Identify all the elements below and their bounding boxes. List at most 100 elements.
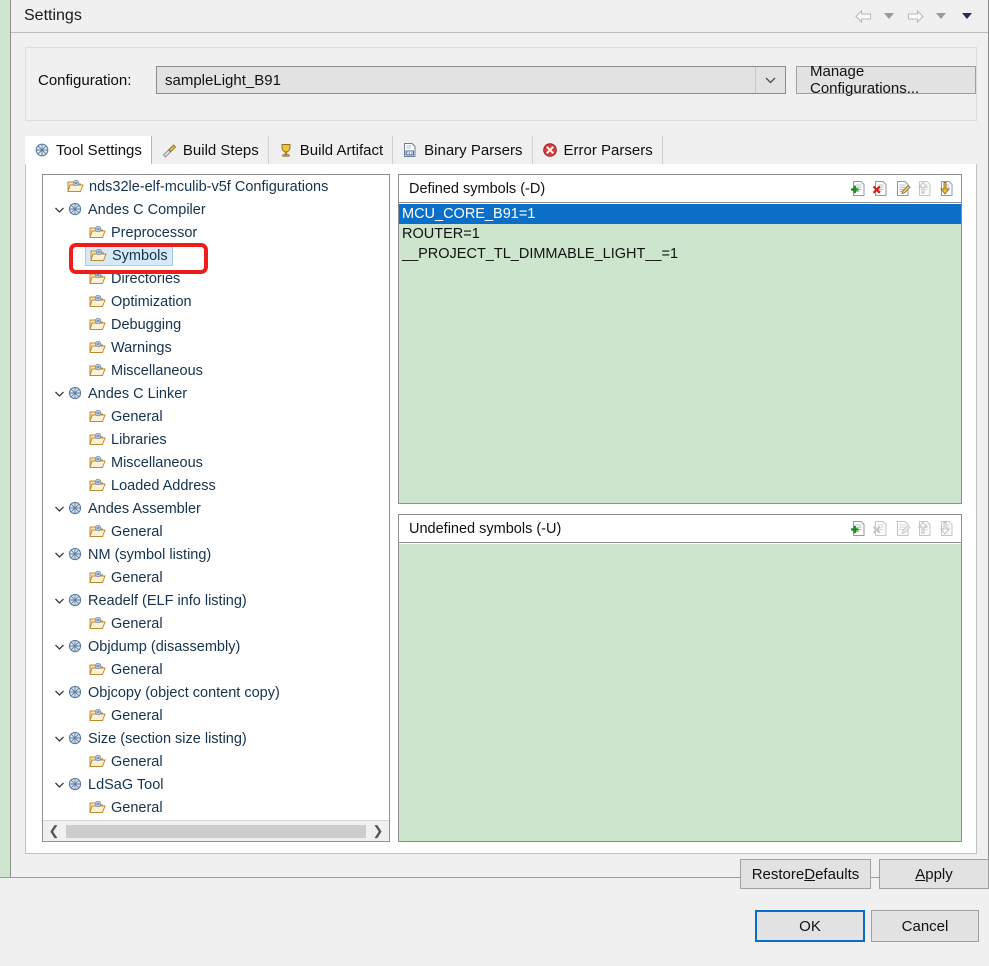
tree-item-general[interactable]: General (43, 566, 389, 589)
tree-item-optimization[interactable]: Optimization (43, 290, 389, 313)
folder-icon (89, 616, 106, 629)
chevron-down-icon[interactable] (54, 597, 65, 605)
folder-icon (89, 432, 106, 445)
folder-icon (89, 570, 106, 583)
forward-button[interactable] (902, 5, 928, 27)
tree-item-miscellaneous[interactable]: Miscellaneous (43, 359, 389, 382)
tool-tree-panel[interactable]: nds32le-elf-mculib-v5f Configurations And… (42, 174, 390, 842)
tree-expander[interactable] (51, 597, 67, 605)
chevron-down-icon[interactable] (54, 206, 65, 214)
chevron-down-icon[interactable] (54, 781, 65, 789)
tree-item-general[interactable]: General (43, 405, 389, 428)
tree-item-label: Objcopy (object content copy) (88, 684, 280, 701)
tree-item-general[interactable]: General (43, 658, 389, 681)
tree-expander[interactable] (51, 689, 67, 697)
tree-item-andes-c-compiler[interactable]: Andes C Compiler (43, 198, 389, 221)
tree-item-warnings[interactable]: Warnings (43, 336, 389, 359)
tab-build-artifact[interactable]: Build Artifact (268, 136, 394, 164)
tree-item-content: Andes C Compiler (67, 202, 206, 218)
chevron-down-icon[interactable] (54, 551, 65, 559)
configuration-combobox[interactable]: sampleLight_B91 (156, 66, 786, 94)
forward-dropdown-button[interactable] (928, 5, 954, 27)
chevron-down-icon[interactable] (54, 689, 65, 697)
move-down-icon[interactable] (938, 180, 955, 197)
tree-item-content: Directories (89, 271, 180, 287)
back-button[interactable] (850, 5, 876, 27)
tree-expander[interactable] (51, 551, 67, 559)
tree-expander[interactable] (51, 735, 67, 743)
ok-button[interactable]: OK (755, 910, 865, 942)
delete-icon[interactable] (872, 180, 889, 197)
chevron-right-icon[interactable]: ❯ (367, 821, 389, 841)
tree-expander[interactable] (51, 643, 67, 651)
scrollbar-thumb[interactable] (66, 824, 366, 838)
tab-build-steps[interactable]: Build Steps (151, 136, 269, 164)
chevron-left-icon[interactable]: ❮ (43, 821, 65, 841)
tree-item-objdump-disassembly[interactable]: Objdump (disassembly) (43, 635, 389, 658)
tree-item-andes-assembler[interactable]: Andes Assembler (43, 497, 389, 520)
tool-tree-list: nds32le-elf-mculib-v5f Configurations And… (43, 175, 389, 820)
tree-item-preprocessor[interactable]: Preprocessor (43, 221, 389, 244)
tab-tool-settings[interactable]: Tool Settings (25, 136, 152, 164)
tree-item-readelf-elf-info-listing[interactable]: Readelf (ELF info listing) (43, 589, 389, 612)
tree-item-label: Directories (111, 270, 181, 287)
folder-icon (89, 478, 106, 491)
tree-item-label: General (111, 523, 163, 540)
tree-expander[interactable] (51, 505, 67, 513)
chevron-down-icon[interactable] (54, 643, 65, 651)
tab-label: Build Steps (182, 141, 259, 159)
tree-item-general[interactable]: General (43, 704, 389, 727)
tree-item-label: Debugging (111, 316, 182, 333)
tree-item-label: nds32le-elf-mculib-v5f Configurations (89, 178, 329, 195)
tree-item-nm-symbol-listing[interactable]: NM (symbol listing) (43, 543, 389, 566)
tree-item-miscellaneous[interactable]: Miscellaneous (43, 451, 389, 474)
tree-horizontal-scrollbar[interactable]: ❮ ❯ (43, 820, 389, 841)
folder-icon (89, 340, 106, 353)
tree-item-directories[interactable]: Directories (43, 267, 389, 290)
tab-error-parsers[interactable]: Error Parsers (532, 136, 663, 164)
defined-symbols-list[interactable]: MCU_CORE_B91=1 ROUTER=1 __PROJECT_TL_DIMMA… (399, 204, 961, 503)
symbol-list-item[interactable]: __PROJECT_TL_DIMMABLE_LIGHT__=1 (399, 244, 961, 264)
tree-item-objcopy-object-content-copy[interactable]: Objcopy (object content copy) (43, 681, 389, 704)
apply-button[interactable]: Apply (879, 859, 989, 889)
svg-text:010: 010 (407, 150, 414, 155)
undefined-symbols-list[interactable] (399, 544, 961, 841)
tree-item-andes-c-linker[interactable]: Andes C Linker (43, 382, 389, 405)
tab-binary-parsers[interactable]: 010 Binary Parsers (393, 136, 533, 164)
tree-item-loaded-address[interactable]: Loaded Address (43, 474, 389, 497)
symbol-list-item[interactable]: MCU_CORE_B91=1 (399, 204, 961, 224)
manage-configurations-button[interactable]: Manage Configurations... (796, 63, 976, 97)
apply-mnemonic: A (915, 865, 926, 883)
chevron-down-icon[interactable] (755, 67, 785, 93)
edit-icon[interactable] (894, 180, 911, 197)
tree-item-label: Size (section size listing) (88, 730, 247, 747)
menu-dropdown-button[interactable] (954, 5, 980, 27)
tab-label: Error Parsers (563, 141, 653, 159)
tree-item-general[interactable]: General (43, 750, 389, 773)
tree-item-ldsag-tool[interactable]: LdSaG Tool (43, 773, 389, 796)
tree-item-general[interactable]: General (43, 796, 389, 819)
back-dropdown-button[interactable] (876, 5, 902, 27)
tree-item-general[interactable]: General (43, 520, 389, 543)
chevron-down-icon[interactable] (54, 735, 65, 743)
add-icon[interactable] (850, 180, 867, 197)
tree-item-nds32le-elf-mculib-v5f-configurations[interactable]: nds32le-elf-mculib-v5f Configurations (43, 175, 389, 198)
tree-expander[interactable] (51, 206, 67, 214)
folder-icon (89, 524, 106, 537)
dialog-titlebar: Settings (11, 0, 988, 33)
tree-item-debugging[interactable]: Debugging (43, 313, 389, 336)
tree-item-general[interactable]: General (43, 612, 389, 635)
tree-expander[interactable] (51, 781, 67, 789)
symbol-list-item[interactable]: ROUTER=1 (399, 224, 961, 244)
cancel-button[interactable]: Cancel (871, 910, 979, 942)
restore-defaults-button[interactable]: Restore Defaults (740, 859, 871, 889)
folder-icon (89, 271, 106, 284)
tree-item-symbols[interactable]: Symbols (43, 244, 389, 267)
chevron-down-icon[interactable] (54, 505, 65, 513)
tree-item-libraries[interactable]: Libraries (43, 428, 389, 451)
folder-icon (89, 317, 106, 330)
add-icon[interactable] (850, 520, 867, 537)
tree-expander[interactable] (51, 390, 67, 398)
tree-item-size-section-size-listing[interactable]: Size (section size listing) (43, 727, 389, 750)
chevron-down-icon[interactable] (54, 390, 65, 398)
